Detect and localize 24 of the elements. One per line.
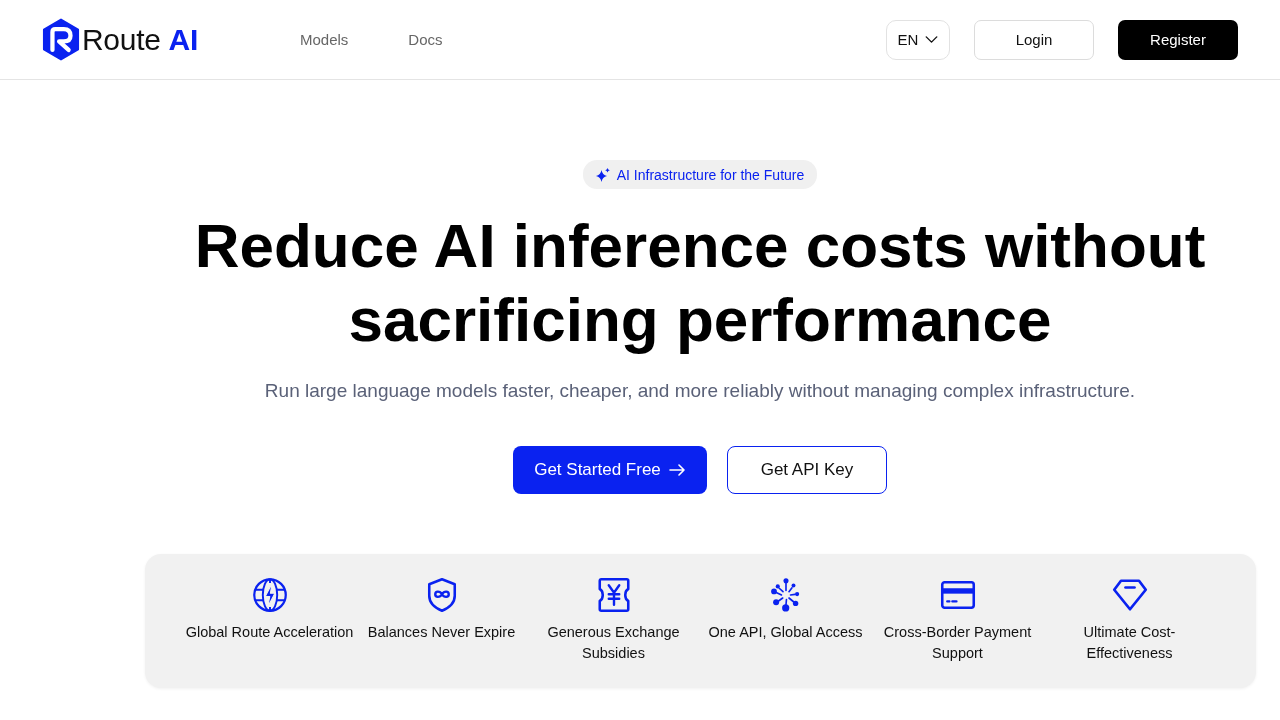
globe-bolt-icon (251, 577, 288, 613)
language-select[interactable]: EN (886, 19, 950, 60)
chevron-down-icon (925, 36, 939, 43)
hero-headline: Reduce AI inference costs without sacrificing performance (194, 210, 1206, 356)
feature-label: Global Route Acceleration (185, 623, 354, 642)
feature-label: Cross-Border Payment Support (882, 623, 1033, 663)
nav-link[interactable]: Docs (408, 31, 443, 48)
feature-label: Ultimate Cost-Effectiveness (1082, 623, 1177, 663)
hero-subtitle: Run large language models faster, cheaper, and more reliably without managing complex infrastructure. (264, 379, 1136, 403)
get-api-key-button[interactable]: Get API Key (727, 446, 887, 494)
logo-text[interactable]: Route AI (82, 22, 198, 57)
feature-label: One API, Global Access (708, 623, 863, 642)
login-button[interactable]: Login (974, 19, 1094, 60)
tagline-badge: AI Infrastructure for the Future (582, 160, 818, 189)
feature-label: Generous Exchange Subsidies (546, 623, 681, 663)
diamond-icon (1111, 577, 1148, 613)
ticket-yen-icon (595, 577, 632, 613)
hexagon-logo-icon (42, 18, 80, 61)
get-started-button[interactable]: Get Started Free (513, 446, 707, 494)
register-button[interactable]: Register (1118, 19, 1238, 60)
arrow-right-icon (668, 464, 686, 476)
nav-link[interactable]: Models (300, 31, 349, 48)
sparkle-icon (594, 166, 611, 183)
feature-label: Balances Never Expire (367, 623, 516, 642)
